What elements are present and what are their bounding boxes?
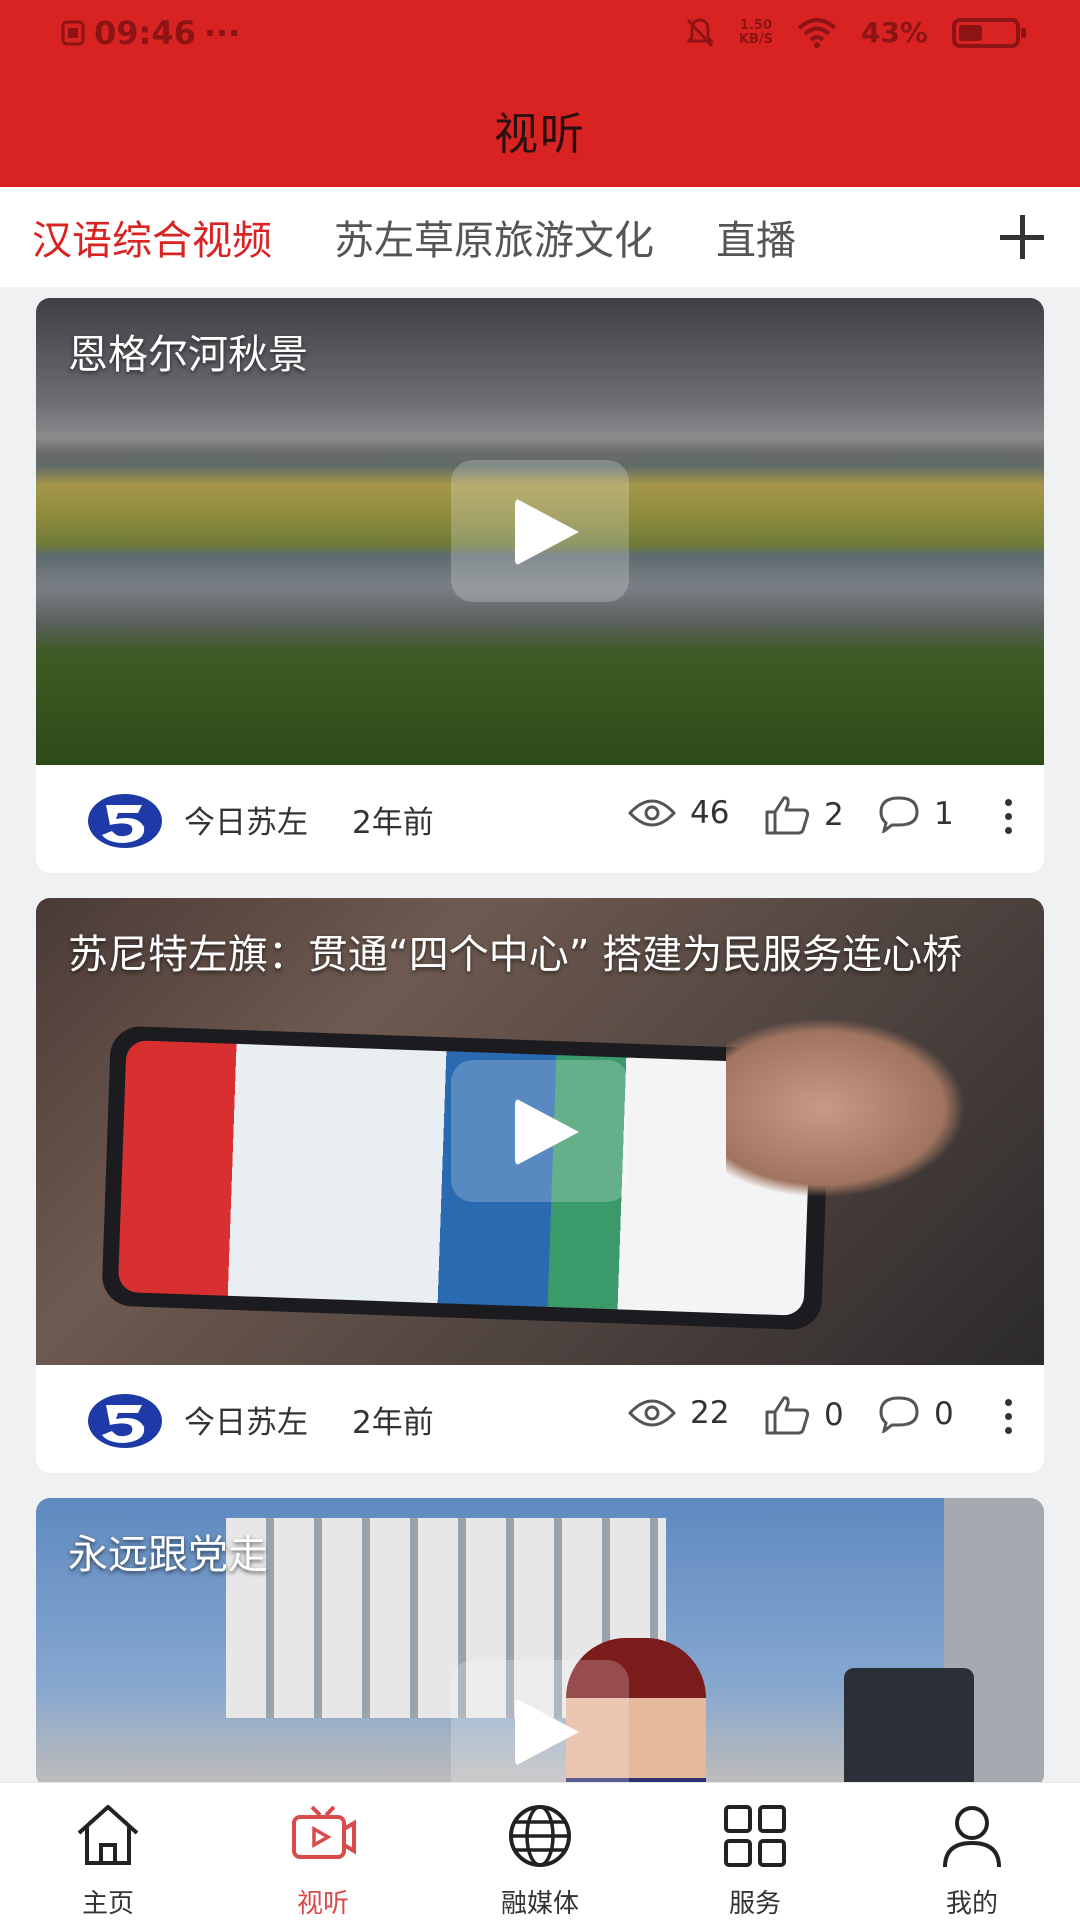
category-tabs: 汉语综合视频 苏左草原旅游文化 直播 (0, 187, 1080, 287)
comment-button[interactable]: 0 (878, 1395, 954, 1433)
notification-icon (61, 20, 85, 46)
video-title: 苏尼特左旗：贯通“四个中心” 搭建为民服务连心桥 (68, 932, 963, 978)
wifi-icon (797, 17, 837, 48)
tab-live[interactable]: 直播 (716, 208, 796, 266)
app-header: 09:46 ··· 1.50 KB/S 43% 视听 (0, 0, 1080, 187)
tv-icon (292, 1805, 356, 1859)
thumbs-up-icon (765, 796, 810, 835)
net-speed: 1.50 KB/S (738, 17, 773, 47)
play-icon[interactable] (451, 1660, 629, 1788)
video-source[interactable]: 今日苏左 (184, 1397, 308, 1442)
add-tab-icon[interactable] (992, 207, 1052, 267)
video-thumbnail[interactable]: 永远跟党走 (36, 1498, 1044, 1788)
video-time: 2年前 (352, 1405, 434, 1441)
video-time: 2年前 (352, 805, 434, 841)
globe-icon (509, 1805, 571, 1867)
tab-grassland-tourism[interactable]: 苏左草原旅游文化 (334, 208, 654, 266)
nav-convergence-media[interactable]: 融媒体 (465, 1801, 615, 1920)
video-source[interactable]: 今日苏左 (184, 797, 308, 842)
grid-icon (724, 1805, 786, 1867)
video-card[interactable]: 永远跟党走 (36, 1498, 1044, 1788)
bottom-nav: 主页 视听 融媒体 服务 我的 (0, 1782, 1080, 1920)
video-meta: 今日苏左 2年前 22 0 0 (36, 1365, 1044, 1473)
view-count: 22 (628, 1395, 729, 1431)
status-time: 09:46 (94, 14, 196, 52)
eye-icon (628, 799, 676, 827)
nav-services[interactable]: 服务 (680, 1801, 830, 1920)
source-logo (88, 794, 162, 848)
like-button[interactable]: 2 (764, 795, 844, 835)
like-button[interactable]: 0 (764, 1395, 844, 1435)
nav-profile[interactable]: 我的 (897, 1801, 1047, 1920)
video-title: 永远跟党走 (68, 1532, 268, 1578)
status-bar: 09:46 ··· 1.50 KB/S 43% (0, 0, 1080, 70)
video-meta: 今日苏左 2年前 46 2 1 (36, 765, 1044, 873)
comment-icon (879, 796, 919, 833)
mute-icon (685, 17, 714, 47)
eye-icon (628, 1399, 676, 1427)
video-card[interactable]: 苏尼特左旗：贯通“四个中心” 搭建为民服务连心桥 今日苏左 2年前 22 0 0 (36, 898, 1044, 1473)
more-options-icon[interactable] (1004, 1399, 1014, 1439)
comment-button[interactable]: 1 (878, 795, 954, 833)
user-icon (943, 1806, 1001, 1868)
comment-icon (879, 1396, 919, 1433)
status-dots: ··· (203, 14, 241, 52)
nav-home[interactable]: 主页 (33, 1801, 183, 1920)
video-thumbnail[interactable]: 恩格尔河秋景 (36, 298, 1044, 765)
tab-chinese-video[interactable]: 汉语综合视频 (32, 208, 272, 266)
page-title: 视听 (494, 109, 586, 160)
video-thumbnail[interactable]: 苏尼特左旗：贯通“四个中心” 搭建为民服务连心桥 (36, 898, 1044, 1365)
video-card[interactable]: 恩格尔河秋景 今日苏左 2年前 46 2 1 (36, 298, 1044, 873)
play-icon[interactable] (451, 460, 629, 602)
battery-percent: 43% (860, 16, 928, 49)
nav-media[interactable]: 视听 (248, 1801, 398, 1920)
thumbs-up-icon (765, 1396, 810, 1435)
video-title: 恩格尔河秋景 (68, 332, 308, 378)
battery-icon (952, 17, 1026, 48)
home-icon (77, 1805, 139, 1865)
play-icon[interactable] (451, 1060, 629, 1202)
source-logo (88, 1394, 162, 1448)
view-count: 46 (628, 795, 729, 831)
more-options-icon[interactable] (1004, 799, 1014, 839)
